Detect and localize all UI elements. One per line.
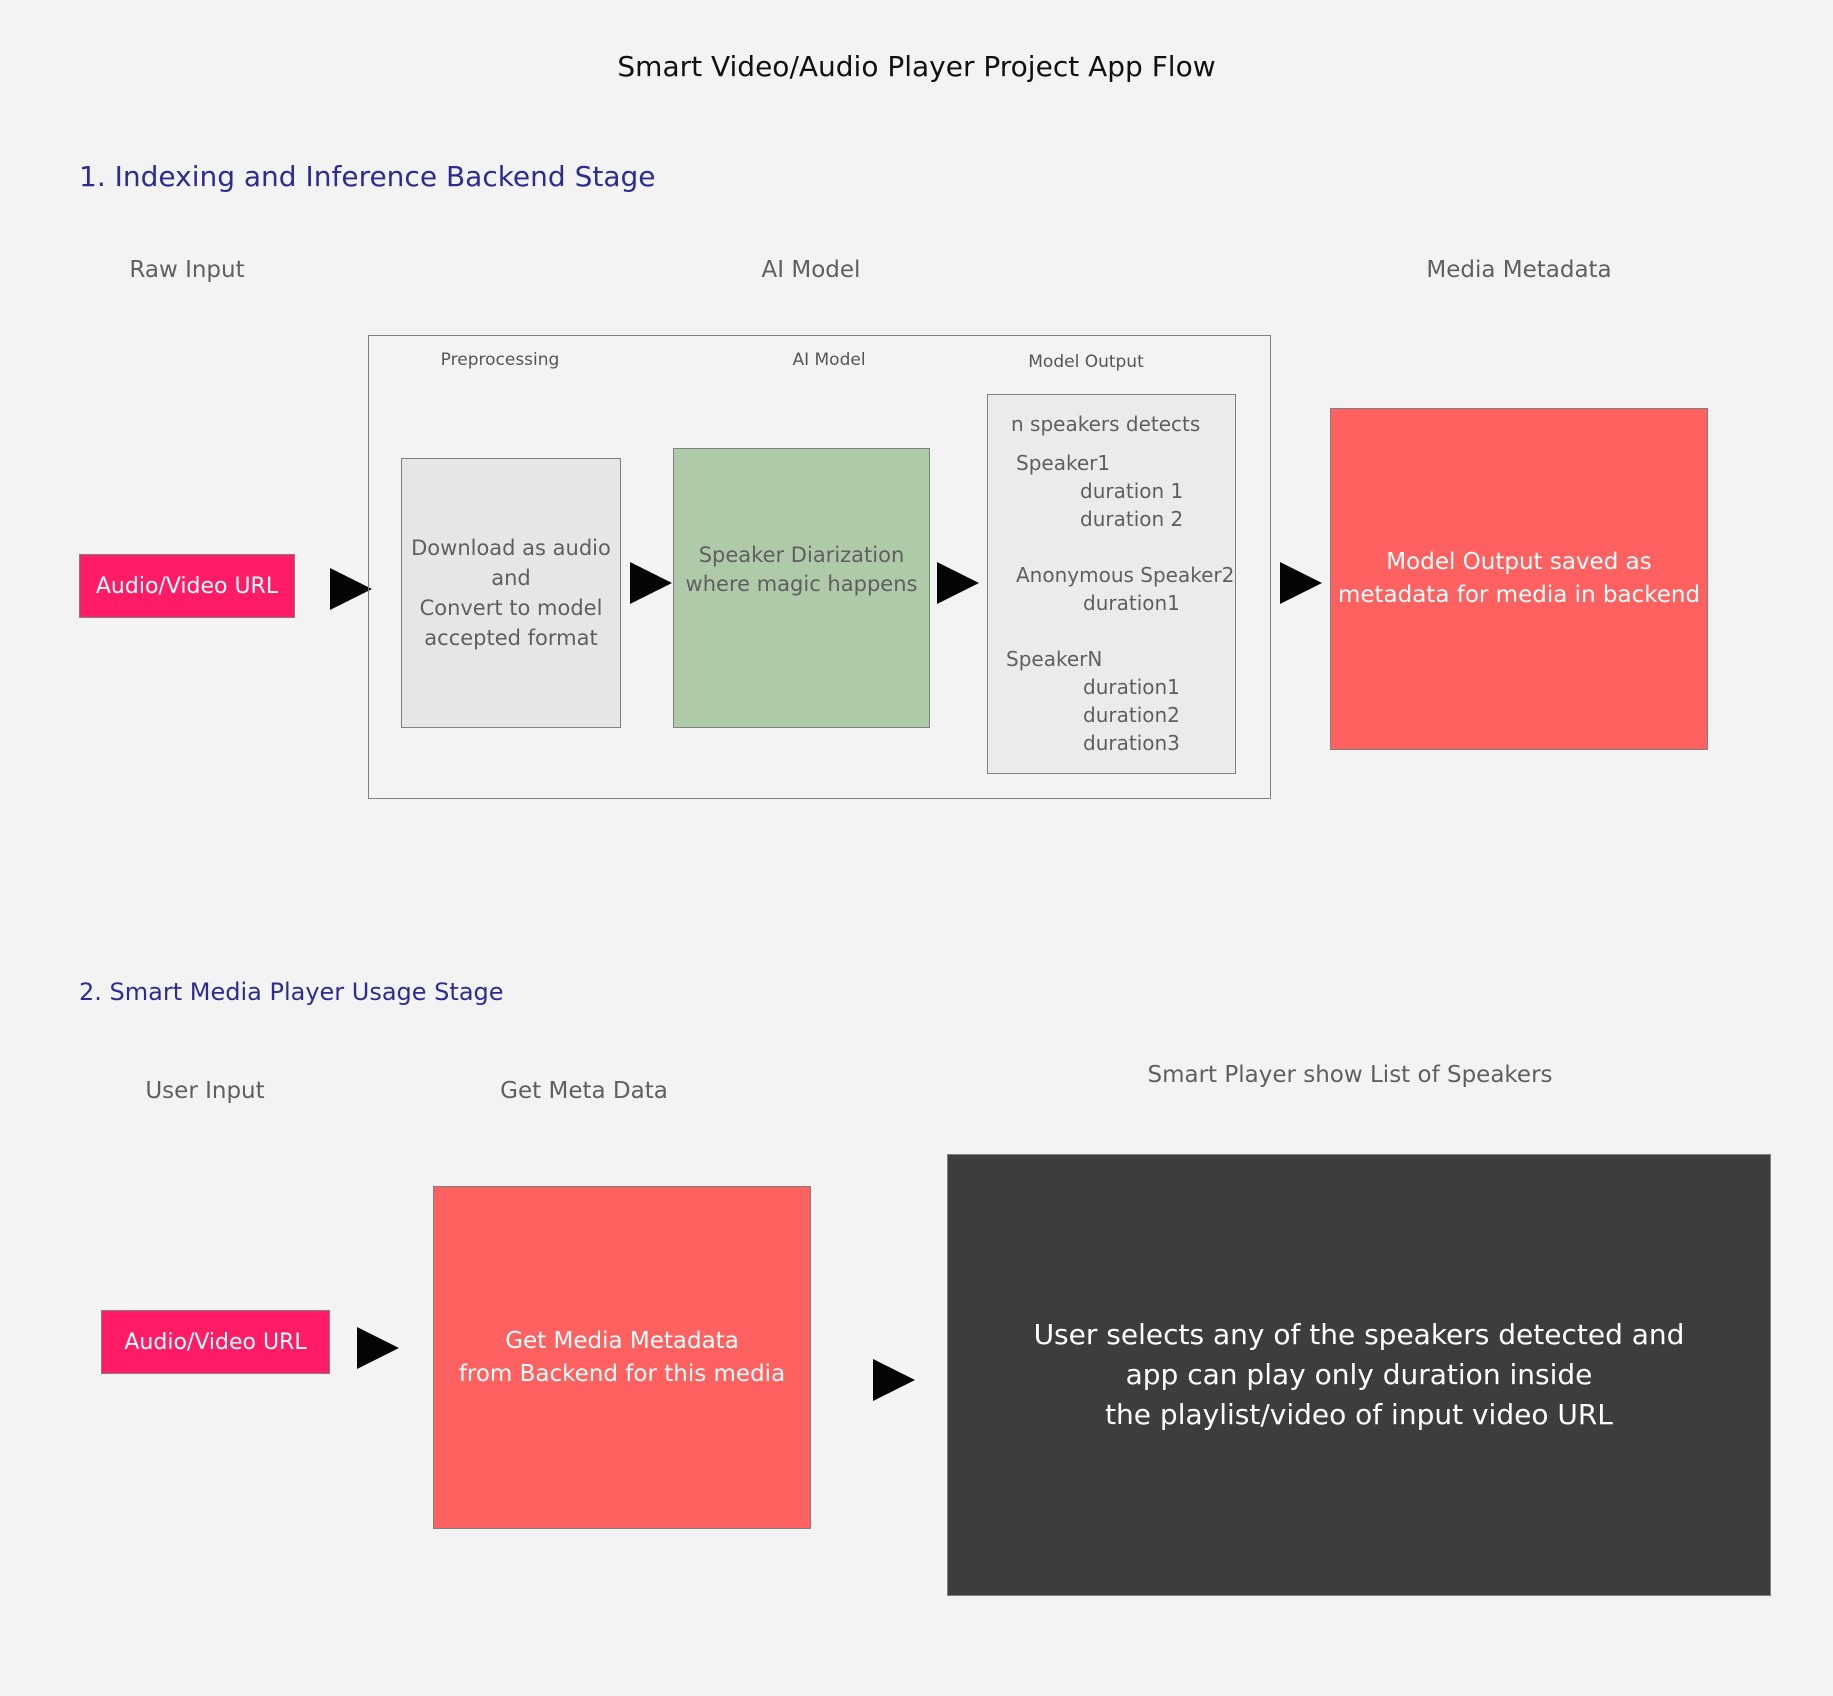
speaker-duration: duration1: [1083, 591, 1180, 615]
stage2-url-input-box[interactable]: Audio/Video URL: [101, 1310, 330, 1374]
raw-input-label: Raw Input: [129, 257, 245, 283]
arrow-right-icon: [1280, 562, 1322, 604]
speaker-duration: duration2: [1083, 703, 1180, 727]
stage1-heading: 1. Indexing and Inference Backend Stage: [79, 160, 656, 193]
diagram-title: Smart Video/Audio Player Project App Flo…: [617, 50, 1216, 83]
speaker-name: SpeakerN: [1006, 647, 1103, 671]
smart-player-box: User selects any of the speakers detecte…: [947, 1154, 1771, 1596]
metadata-saved-box: Model Output saved as metadata for media…: [1330, 408, 1708, 750]
speaker-name: Anonymous Speaker2: [1016, 563, 1235, 587]
model-output-label: Model Output: [1028, 352, 1144, 372]
speaker-name: Speaker1: [1016, 451, 1111, 475]
preprocessing-box: Download as audio and Convert to model a…: [401, 458, 621, 728]
preprocessing-label: Preprocessing: [440, 350, 560, 370]
stage1-url-input-box[interactable]: Audio/Video URL: [79, 554, 295, 618]
get-meta-data-label: Get Meta Data: [500, 1078, 668, 1104]
speaker-duration: duration3: [1083, 731, 1180, 755]
ai-model-label: AI Model: [792, 350, 866, 370]
stage2-heading: 2. Smart Media Player Usage Stage: [79, 978, 504, 1006]
model-output-box: n speakers detects Speaker1 duration 1 d…: [987, 394, 1236, 774]
user-input-label: User Input: [145, 1078, 265, 1104]
speaker-duration: duration1: [1083, 675, 1180, 699]
media-metadata-label: Media Metadata: [1426, 257, 1612, 283]
speaker-duration: duration 1: [1080, 479, 1184, 503]
arrow-right-icon: [357, 1327, 399, 1369]
arrow-right-icon: [330, 568, 372, 610]
speakers-detected-header: n speakers detects: [1011, 412, 1201, 436]
arrow-right-icon: [630, 562, 672, 604]
ai-model-column-label: AI Model: [761, 257, 861, 283]
speaker-diarization-box: Speaker Diarization where magic happens: [673, 448, 930, 728]
arrow-right-icon: [937, 562, 979, 604]
arrow-right-icon: [873, 1359, 915, 1401]
get-media-metadata-box: Get Media Metadata from Backend for this…: [433, 1186, 811, 1529]
smart-player-label: Smart Player show List of Speakers: [1147, 1062, 1553, 1088]
speaker-duration: duration 2: [1080, 507, 1184, 531]
